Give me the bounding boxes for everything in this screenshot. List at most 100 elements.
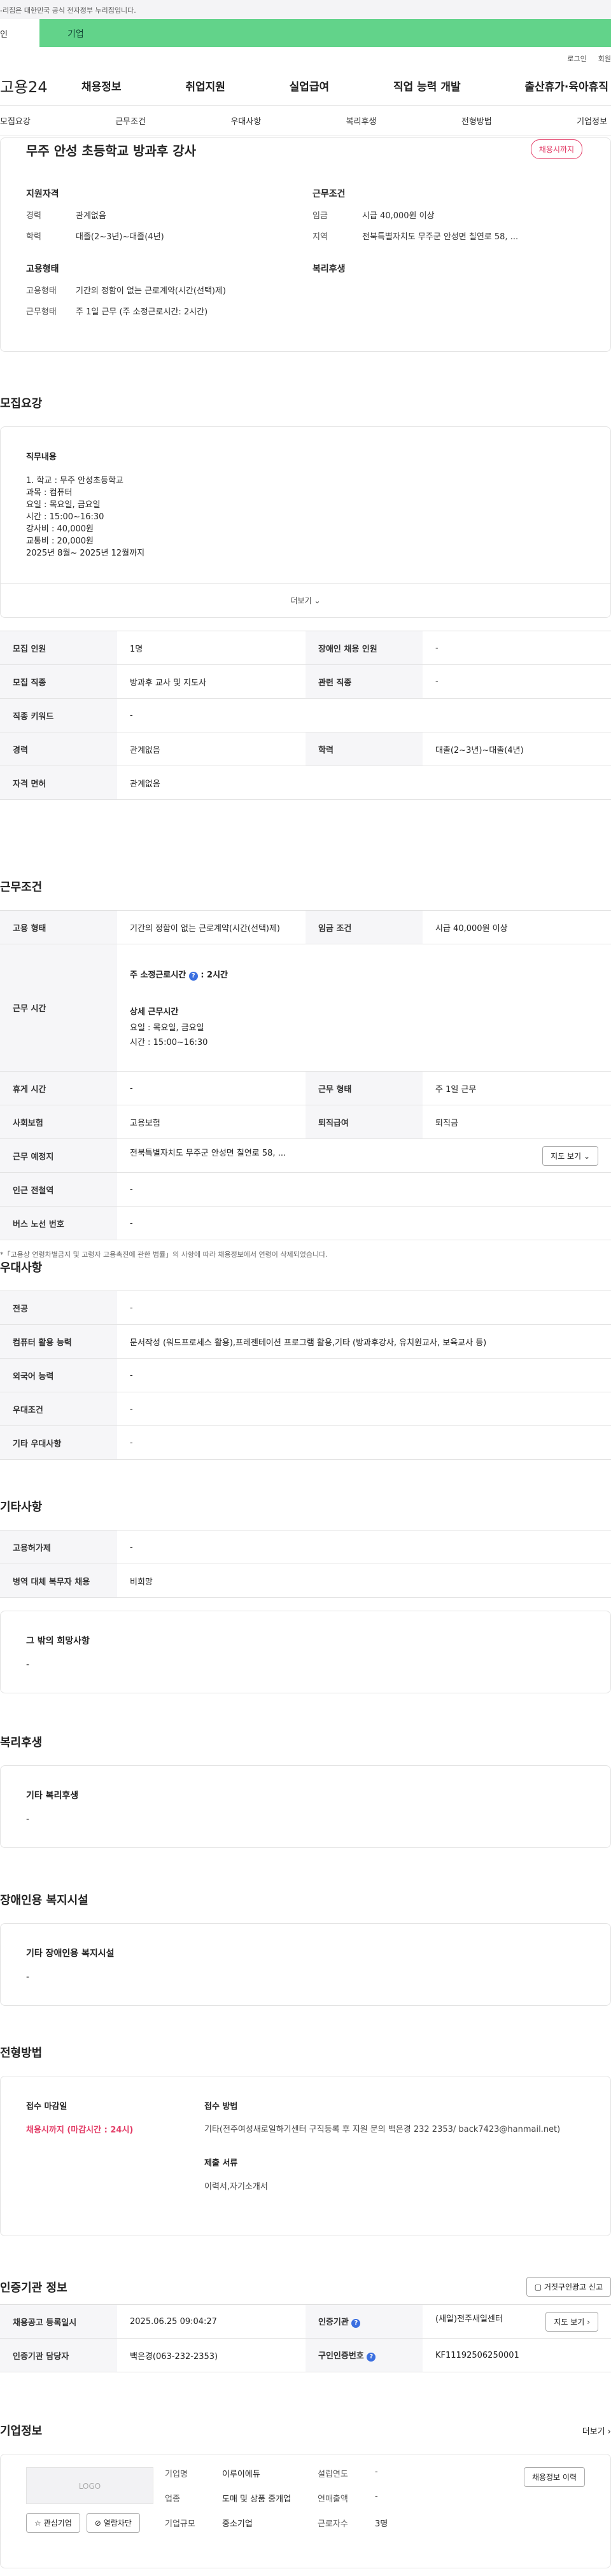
deadline-value: 채용시까지 (마감시간 : 24시) bbox=[26, 2125, 134, 2135]
conditions-heading: 근무조건 bbox=[0, 881, 43, 894]
table-header: 인증기관 담당자 bbox=[0, 2338, 117, 2372]
table-row: 인근 전철역 - bbox=[0, 1172, 611, 1207]
table-header: 퇴직급여 bbox=[306, 1105, 423, 1139]
table-row: 병역 대체 복무자 채용 비희망 bbox=[0, 1564, 611, 1598]
duty-line: 교통비 : 20,000원 bbox=[26, 536, 94, 546]
company-more-link[interactable]: 더보기 › bbox=[582, 2425, 611, 2437]
tab-conditions[interactable]: 근무조건 bbox=[115, 115, 146, 127]
help-icon[interactable]: ? bbox=[188, 972, 198, 981]
gov-notice: -리집은 대한민국 공식 전자정부 누리집입니다. bbox=[0, 6, 136, 15]
conditions-section: 근무조건 고용 형태 기간의 정함이 없는 근로계약(시간(선택)제) 임금 조건 시… bbox=[0, 878, 611, 1259]
year-value: - bbox=[375, 2467, 378, 2477]
table-header: 고용허가제 bbox=[0, 1530, 117, 1564]
site-logo[interactable]: 고용24 bbox=[0, 74, 81, 97]
sales-label: 연매출액 bbox=[318, 2495, 348, 2504]
disab-sub-heading: 기타 장애인용 복지시설 bbox=[26, 1949, 115, 1959]
table-cell: - bbox=[117, 1206, 611, 1240]
table-row: 우대조건 - bbox=[0, 1392, 611, 1426]
table-cell: - bbox=[117, 1071, 306, 1105]
join-link[interactable]: 회원 bbox=[598, 53, 611, 66]
duty-line: 1. 학교 : 무주 안성초등학교 bbox=[26, 476, 123, 486]
emptype-value: 기간의 정함이 없는 근로계약(시간(선택)제) bbox=[76, 286, 227, 296]
welfare-sub-heading: 기타 복리후생 bbox=[26, 1791, 79, 1801]
tab-company[interactable]: 기업정보 bbox=[577, 115, 607, 127]
more-button[interactable]: 더보기 ⌄ bbox=[1, 583, 610, 617]
gnb-item-leave[interactable]: 출산휴가·육아휴직 bbox=[524, 78, 608, 94]
welfare-heading: 복리후생 bbox=[313, 264, 346, 274]
table-cell: - bbox=[117, 1358, 611, 1392]
table-cell: - bbox=[117, 1425, 611, 1460]
company-more-label: 더보기 bbox=[582, 2426, 605, 2437]
table-header: 컴퓨터 활용 능력 bbox=[0, 1324, 117, 1359]
tab-welfare[interactable]: 복리후생 bbox=[346, 115, 377, 127]
age-note: *「고용상 연령차별금지 및 고령자 고용촉진에 관한 법률」의 사항에 따라 … bbox=[0, 1250, 328, 1259]
table-row: 고용 형태 기간의 정함이 없는 근로계약(시간(선택)제) 임금 조건 시급 40,… bbox=[0, 910, 611, 944]
industry-label: 업종 bbox=[165, 2495, 180, 2504]
disab-heading: 장애인용 복지시설 bbox=[0, 1894, 88, 1907]
disab-card: 기타 장애인용 복지시설 - bbox=[0, 1923, 611, 2006]
other-wish-card: 그 밖의 희망사항 - bbox=[0, 1611, 611, 1693]
table-cell: 백은경(063-232-2353) bbox=[117, 2338, 306, 2372]
star-icon: ☆ bbox=[34, 2519, 41, 2528]
company-section: 기업정보 더보기 › LOGO ☆ 관심기업 ⊘ 열람차단 기업명 이루이에듀 업… bbox=[0, 2422, 611, 2568]
other-section: 기타사항 고용허가제 - 병역 대체 복무자 채용 비희망 그 밖의 희망사항 - bbox=[0, 1498, 611, 1693]
report-button[interactable]: ▢ 거짓구인광고 신고 bbox=[526, 2277, 611, 2297]
duty-content: 1. 학교 : 무주 안성초등학교 과목 : 컴퓨터 요일 : 목요일, 금요일… bbox=[26, 475, 585, 559]
sales-value: - bbox=[375, 2492, 378, 2502]
cond-heading: 근무조건 bbox=[313, 189, 346, 199]
tab-recruit[interactable]: 모집요강 bbox=[0, 115, 31, 127]
table-header: 외국어 능력 bbox=[0, 1358, 117, 1392]
history-button[interactable]: 채용정보 이력 bbox=[523, 2467, 585, 2487]
wage-value: 시급 40,000원 이상 bbox=[362, 211, 435, 221]
gnb-item-jobs[interactable]: 채용정보 bbox=[81, 78, 122, 94]
emp-heading: 고용형태 bbox=[26, 264, 59, 274]
table-header: 직종 키워드 bbox=[0, 698, 117, 732]
org-value: (새일)전주새일센터 bbox=[435, 2314, 503, 2324]
org-map-button[interactable]: 지도 보기 › bbox=[545, 2311, 598, 2332]
selection-card: 접수 마감일 채용시까지 (마감시간 : 24시) 접수 방법 기타(전주여성새… bbox=[0, 2076, 611, 2236]
table-cell: 비희망 bbox=[117, 1564, 611, 1598]
block-label: 열람차단 bbox=[103, 2519, 132, 2528]
block-company-button[interactable]: ⊘ 열람차단 bbox=[86, 2513, 140, 2533]
gnb-item-training[interactable]: 직업 능력 개발 bbox=[393, 78, 461, 94]
recruit-heading: 모집요강 bbox=[0, 397, 43, 410]
table-cell: 퇴직금 bbox=[423, 1105, 611, 1139]
duty-line: 요일 : 목요일, 금요일 bbox=[26, 500, 101, 510]
chevron-down-icon: ⌄ bbox=[314, 596, 321, 605]
table-row: 고용허가제 - bbox=[0, 1530, 611, 1564]
table-cell: - bbox=[117, 1172, 611, 1207]
table-cell: 대졸(2~3년)~대졸(4년) bbox=[423, 732, 611, 766]
employees-label: 근로자수 bbox=[318, 2519, 348, 2529]
table-header: 장애인 채용 인원 bbox=[306, 631, 423, 665]
detail-hours-heading: 상세 근무시간 bbox=[130, 1007, 179, 1017]
table-row: 컴퓨터 활용 능력 문서작성 (워드프로세스 활용),프레젠테이션 프로그램 활용… bbox=[0, 1324, 611, 1359]
disab-section: 장애인용 복지시설 기타 장애인용 복지시설 - bbox=[0, 1891, 611, 2006]
fav-company-button[interactable]: ☆ 관심기업 bbox=[26, 2513, 80, 2533]
help-icon[interactable]: ? bbox=[351, 2319, 361, 2328]
org-cell: (새일)전주새일센터 지도 보기 › bbox=[423, 2304, 611, 2339]
banner-strip[interactable]: 기업 bbox=[39, 19, 611, 47]
table-row: 모집 인원 1명 장애인 채용 인원 - bbox=[0, 631, 611, 665]
duty-line: 강사비 : 40,000원 bbox=[26, 524, 94, 534]
welfare-value: - bbox=[26, 1814, 30, 1824]
region-value: 전북특별자치도 무주군 안성면 칠연로 58, ... bbox=[362, 232, 519, 242]
career-label: 경력 bbox=[26, 211, 41, 221]
table-cell: - bbox=[117, 1530, 611, 1564]
table-header: 구인인증번호 ? bbox=[306, 2338, 423, 2372]
tab-preference[interactable]: 우대사항 bbox=[230, 115, 261, 127]
other-table: 고용허가제 - 병역 대체 복무자 채용 비희망 bbox=[0, 1530, 611, 1598]
summary-card: 무주 안성 초등학교 방과후 강사 채용시까지 지원자격 경력 관계없음 학력 대졸… bbox=[0, 137, 611, 352]
gnb-item-employment[interactable]: 취업지원 bbox=[185, 78, 225, 94]
login-link[interactable]: 로그인 bbox=[567, 53, 586, 66]
detail-day: 요일 : 목요일, 금요일 bbox=[130, 1023, 204, 1033]
gnb-item-unemployment[interactable]: 실업급여 bbox=[290, 78, 330, 94]
table-header: 근무 예정지 bbox=[0, 1138, 117, 1173]
table-cell: 2025.06.25 09:04:27 bbox=[117, 2304, 306, 2339]
table-header: 학력 bbox=[306, 732, 423, 766]
table-header: 우대조건 bbox=[0, 1392, 117, 1426]
recruit-section: 모집요강 직무내용 1. 학교 : 무주 안성초등학교 과목 : 컴퓨터 요일 … bbox=[0, 395, 611, 800]
help-icon[interactable]: ? bbox=[367, 2353, 376, 2362]
chevron-right-icon: › bbox=[587, 2317, 590, 2327]
tab-selection[interactable]: 전형방법 bbox=[461, 115, 492, 127]
map-button[interactable]: 지도 보기 ⌄ bbox=[542, 1145, 598, 1166]
